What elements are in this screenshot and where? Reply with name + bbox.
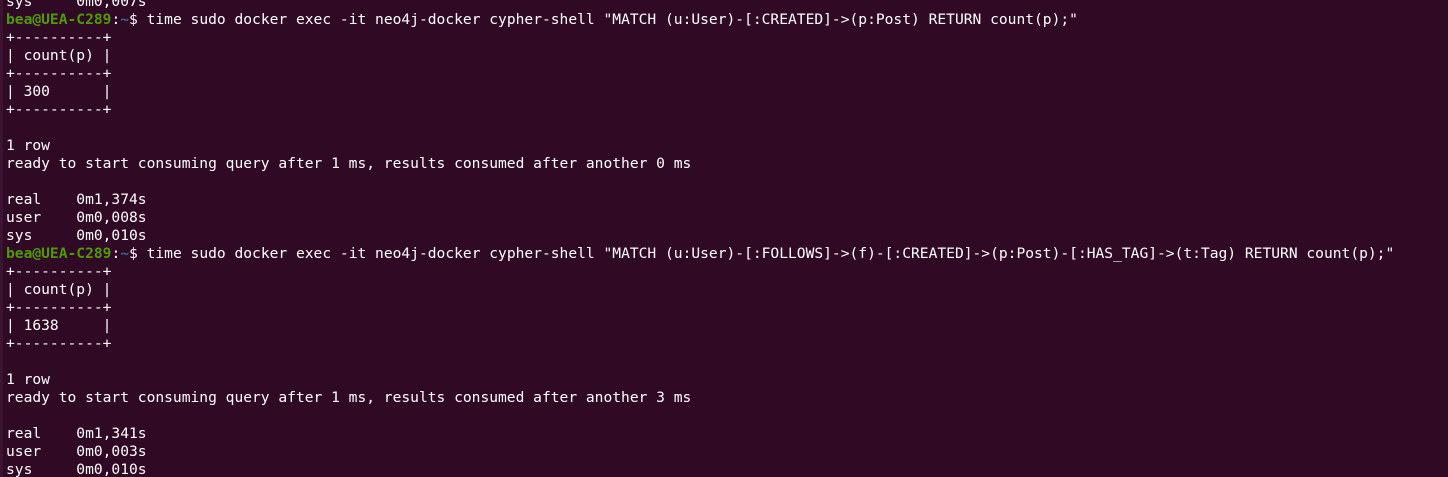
output-line: sys 0m0,010s <box>6 227 147 244</box>
terminal-window[interactable]: sys 0m0,007s bea@UEA-C289:~$ time sudo do… <box>0 0 1448 477</box>
output-line: 1 row <box>6 371 50 388</box>
prompt-separator: : <box>111 245 121 262</box>
terminal-output: sys 0m0,007s bea@UEA-C289:~$ time sudo do… <box>6 0 1448 477</box>
prompt-dollar: $ <box>129 245 147 262</box>
prompt-line: bea@UEA-C289:~$ time sudo docker exec -i… <box>6 245 1448 263</box>
output-line: | 1638 | <box>6 317 112 334</box>
command-text: time sudo docker exec -it neo4j-docker c… <box>146 11 1078 28</box>
output-line: sys 0m0,010s <box>6 461 147 477</box>
scrollbar[interactable] <box>0 0 3 477</box>
output-line: | 300 | <box>6 83 112 100</box>
output-line: ready to start consuming query after 1 m… <box>6 155 692 172</box>
output-line: real 0m1,374s <box>6 191 147 208</box>
output-line: +----------+ <box>6 101 112 118</box>
prompt-user: bea@UEA-C289 <box>6 11 112 28</box>
output-line: +----------+ <box>6 299 112 316</box>
output-line: real 0m1,341s <box>6 425 147 442</box>
output-line: +----------+ <box>6 335 112 352</box>
output-line: user 0m0,008s <box>6 209 147 226</box>
output-line: +----------+ <box>6 65 112 82</box>
output-line: ready to start consuming query after 1 m… <box>6 389 692 406</box>
command-text: time sudo docker exec -it neo4j-docker c… <box>146 245 1395 262</box>
output-line: | count(p) | <box>6 47 112 64</box>
prompt-dollar: $ <box>129 11 147 28</box>
prompt-separator: : <box>111 11 121 28</box>
prompt-path: ~ <box>120 245 130 262</box>
output-line: 1 row <box>6 137 50 154</box>
output-line: +----------+ <box>6 29 112 46</box>
output-line: sys 0m0,007s <box>6 0 147 10</box>
prompt-path: ~ <box>120 11 130 28</box>
output-line: user 0m0,003s <box>6 443 147 460</box>
prompt-user: bea@UEA-C289 <box>6 245 112 262</box>
output-line: +----------+ <box>6 263 112 280</box>
output-line: | count(p) | <box>6 281 112 298</box>
prompt-line: bea@UEA-C289:~$ time sudo docker exec -i… <box>6 11 1448 29</box>
